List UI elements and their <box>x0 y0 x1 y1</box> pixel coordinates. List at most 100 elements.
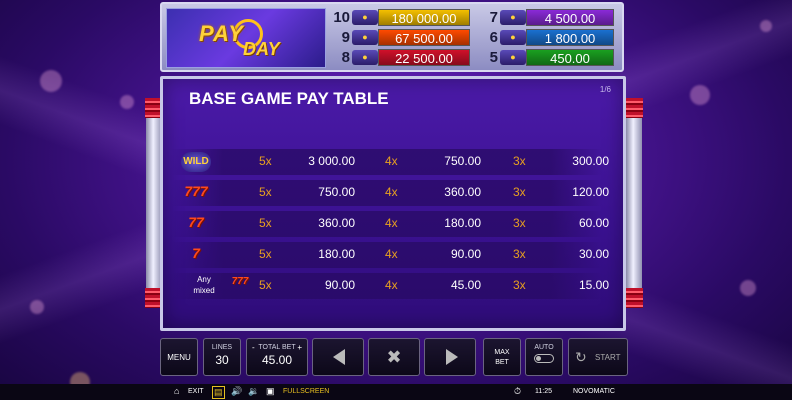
multiplier-label: 5x <box>259 216 272 230</box>
jackpot-level: 9 <box>341 29 350 46</box>
jackpot-grid: 10 ● 180 000.00 9 ● 67 500.00 8 ● 22 500.00 7 ● 4 5… <box>330 8 618 68</box>
multiplier-label: 3x <box>513 247 526 261</box>
next-page-button[interactable] <box>424 338 476 376</box>
paytable-title: BASE GAME PAY TABLE <box>189 89 389 108</box>
multiplier-label: 5x <box>259 185 272 199</box>
jackpot-value: 1 800.00 <box>526 29 614 46</box>
status-bar: ⌂ EXIT ▤ 🔊 🔉 ▣ FULLSCREEN ⏱ 11:25 NOVOMA… <box>0 384 792 400</box>
logo-text-pay: PAY <box>199 21 244 46</box>
payout-value: 45.00 <box>450 278 481 292</box>
payout-value: 60.00 <box>578 216 609 230</box>
clock-icon: ⏱ <box>514 386 522 396</box>
coin-stack-icon: ● <box>500 30 526 45</box>
total-bet-control[interactable]: - + TOTAL BET 45.00 <box>246 338 308 376</box>
jackpot-value: 450.00 <box>526 49 614 66</box>
jackpot-row: 6 ● 1 800.00 <box>478 28 614 47</box>
lines-display: LINES 30 <box>203 338 241 376</box>
volume-icon[interactable]: 🔉 <box>248 386 259 397</box>
bokeh-light <box>740 280 756 296</box>
clock-time: 11:25 <box>535 388 552 395</box>
jackpot-level: 5 <box>489 49 498 66</box>
paytable-row: WILD 5x 3 000.00 4x 750.00 3x 300.00 <box>171 149 609 175</box>
bet-minus-button[interactable]: - <box>252 343 255 352</box>
logo-text-day: DAY <box>243 39 280 59</box>
jackpot-level: 7 <box>489 9 498 26</box>
payout-value: 3 000.00 <box>308 154 355 168</box>
bokeh-light <box>120 95 134 109</box>
coin-stack-icon: ● <box>352 50 378 65</box>
payout-value: 750.00 <box>444 154 481 168</box>
paytable-row: Any mixed 777 5x 90.00 4x 45.00 3x 15.00 <box>171 273 609 299</box>
fullscreen-link[interactable]: FULLSCREEN <box>283 388 329 395</box>
auto-toggle-icon <box>534 354 554 363</box>
triangle-right-icon <box>446 349 458 365</box>
jackpot-value: 180 000.00 <box>378 9 470 26</box>
jackpot-row: 5 ● 450.00 <box>478 48 614 67</box>
payout-value: 180.00 <box>444 216 481 230</box>
jackpot-value: 22 500.00 <box>378 49 470 66</box>
spin-icon: ↻ <box>575 349 587 365</box>
x-close-icon: ✖ <box>386 347 402 367</box>
prev-page-button[interactable] <box>312 338 364 376</box>
jackpot-level: 8 <box>341 49 350 66</box>
jackpot-row: 7 ● 4 500.00 <box>478 8 614 27</box>
mixed-sevens-icon: 777 <box>231 276 249 287</box>
close-paytable-button[interactable]: ✖ <box>368 338 420 376</box>
payout-value: 90.00 <box>324 278 355 292</box>
multiplier-label: 3x <box>513 154 526 168</box>
jackpot-header: PAY DAY 10 ● 180 000.00 9 ● 67 500.00 8 ● 22 500… <box>160 2 624 72</box>
jackpot-level: 6 <box>489 29 498 46</box>
paytable-icon[interactable]: ▤ <box>212 386 225 399</box>
sound-icon[interactable]: 🔊 <box>231 386 242 397</box>
jackpot-value: 4 500.00 <box>526 9 614 26</box>
jackpot-value: 67 500.00 <box>378 29 470 46</box>
double-red-seven-icon: 77 <box>188 214 204 230</box>
bokeh-light <box>40 70 62 92</box>
multiplier-label: 4x <box>385 154 398 168</box>
payout-value: 30.00 <box>578 247 609 261</box>
coin-stack-icon: ● <box>352 10 378 25</box>
auto-button[interactable]: AUTO <box>525 338 563 376</box>
exit-link[interactable]: EXIT <box>188 388 204 395</box>
payout-value: 750.00 <box>318 185 355 199</box>
payout-value: 90.00 <box>450 247 481 261</box>
multiplier-label: 3x <box>513 278 526 292</box>
coin-stack-icon: ● <box>352 30 378 45</box>
any-mixed-label: Any mixed <box>193 275 215 295</box>
home-icon[interactable]: ⌂ <box>174 386 179 396</box>
menu-button[interactable]: MENU <box>160 338 198 376</box>
single-red-seven-icon: 7 <box>192 245 200 261</box>
triangle-left-icon <box>333 349 345 365</box>
payout-value: 360.00 <box>318 216 355 230</box>
payout-value: 180.00 <box>318 247 355 261</box>
multiplier-label: 3x <box>513 185 526 199</box>
jackpot-level: 10 <box>333 9 350 26</box>
bokeh-light <box>690 85 710 105</box>
right-pillar <box>625 98 643 308</box>
start-button[interactable]: ↻ START <box>568 338 628 376</box>
bokeh-light <box>760 20 772 32</box>
payout-value: 360.00 <box>444 185 481 199</box>
triple-red-seven-icon: 777 <box>184 183 208 199</box>
max-bet-button[interactable]: MAX BET <box>483 338 521 376</box>
payout-value: 120.00 <box>572 185 609 199</box>
paytable-row: 7 5x 180.00 4x 90.00 3x 30.00 <box>171 242 609 268</box>
brand-logo: NOVOMATIC <box>573 388 615 395</box>
multiplier-label: 5x <box>259 154 272 168</box>
game-logo: PAY DAY <box>166 8 326 68</box>
lines-value: 30 <box>215 353 229 367</box>
page-indicator: 1/6 <box>599 85 611 94</box>
start-label: START <box>595 353 621 362</box>
wild-icon: WILD <box>181 152 211 172</box>
jackpot-row: 8 ● 22 500.00 <box>330 48 470 67</box>
bet-plus-button[interactable]: + <box>297 343 302 352</box>
multiplier-label: 5x <box>259 247 272 261</box>
payout-value: 15.00 <box>578 278 609 292</box>
multiplier-label: 4x <box>385 278 398 292</box>
paytable-panel: BASE GAME PAY TABLE 1/6 WILD 5x 3 000.00 4x… <box>160 76 626 331</box>
paytable-row: 77 5x 360.00 4x 180.00 3x 60.00 <box>171 211 609 237</box>
fullscreen-icon[interactable]: ▣ <box>266 386 275 397</box>
jackpot-row: 10 ● 180 000.00 <box>330 8 470 27</box>
lines-label: LINES <box>211 344 233 351</box>
payout-value: 300.00 <box>572 154 609 168</box>
